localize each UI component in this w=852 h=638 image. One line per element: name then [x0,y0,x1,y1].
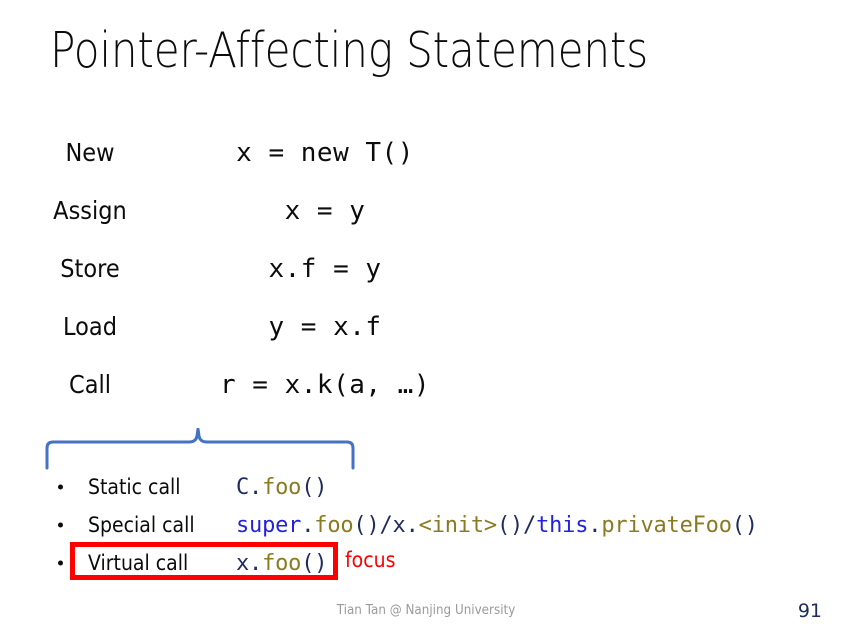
code-token: this [536,512,589,538]
code-token: ()/ [496,512,537,538]
code-token: . [249,474,263,500]
page-number: 91 [797,600,822,622]
bullet-icon [58,484,63,490]
code-token: x [236,550,250,576]
code-token: foo [314,512,354,538]
statement-row: Assign x = y [0,196,470,254]
code-token: . [301,512,315,538]
statement-row: Store x.f = y [0,254,470,312]
code-token: privateFoo [601,512,732,538]
statement-row: Call r = x.k(a, …) [0,370,470,428]
code-token: <init> [418,512,497,538]
code-token: . [588,512,602,538]
code-token: () [731,512,758,538]
statement-code: y = x.f [268,312,382,342]
statement-row: Load y = x.f [0,312,470,370]
call-kind-label: Virtual call [88,551,189,575]
call-kind-code: C.foo() [236,474,328,500]
statement-table: New x = new T() Assign x = y Store x.f = y Loa… [0,138,470,428]
statement-code: x.f = y [268,254,382,284]
footer-credit: Tian Tan @ Nanjing University [336,603,516,618]
call-kind-row: Virtual call x.foo() [0,544,852,582]
statement-label: Load [63,312,117,341]
statement-code: r = x.k(a, …) [220,370,430,400]
statement-label: New [65,138,115,167]
call-kind-code: super.foo()/x.<init>()/this.privateFoo() [236,513,758,538]
call-grouping-brace [44,427,364,470]
page-title: Pointer-Affecting Statements [50,22,649,79]
code-token: foo [262,474,302,500]
call-kind-row: Static call C.foo() [0,468,852,506]
statement-label: Call [68,370,111,399]
statement-code: x = new T() [236,138,414,168]
call-kind-label: Static call [88,475,181,499]
call-kind-code: x.foo() [236,550,328,576]
bullet-icon [58,560,63,566]
code-token: C [236,474,250,500]
code-token: foo [262,550,302,576]
code-token: ()/x. [353,512,419,538]
code-token: () [301,474,328,500]
statement-code: x = y [284,196,366,226]
code-token: super [236,512,302,538]
code-token: . [249,550,263,576]
call-kind-label: Special call [88,513,195,537]
focus-annotation: focus [345,548,396,572]
bullet-icon [58,522,63,528]
statement-row: New x = new T() [0,138,470,196]
call-kind-list: Static call C.foo() Special call super.foo(… [0,468,852,582]
statement-label: Assign [53,196,127,225]
code-token: () [301,550,328,576]
statement-label: Store [60,254,120,283]
call-kind-row: Special call super.foo()/x.<init>()/this.… [0,506,852,544]
